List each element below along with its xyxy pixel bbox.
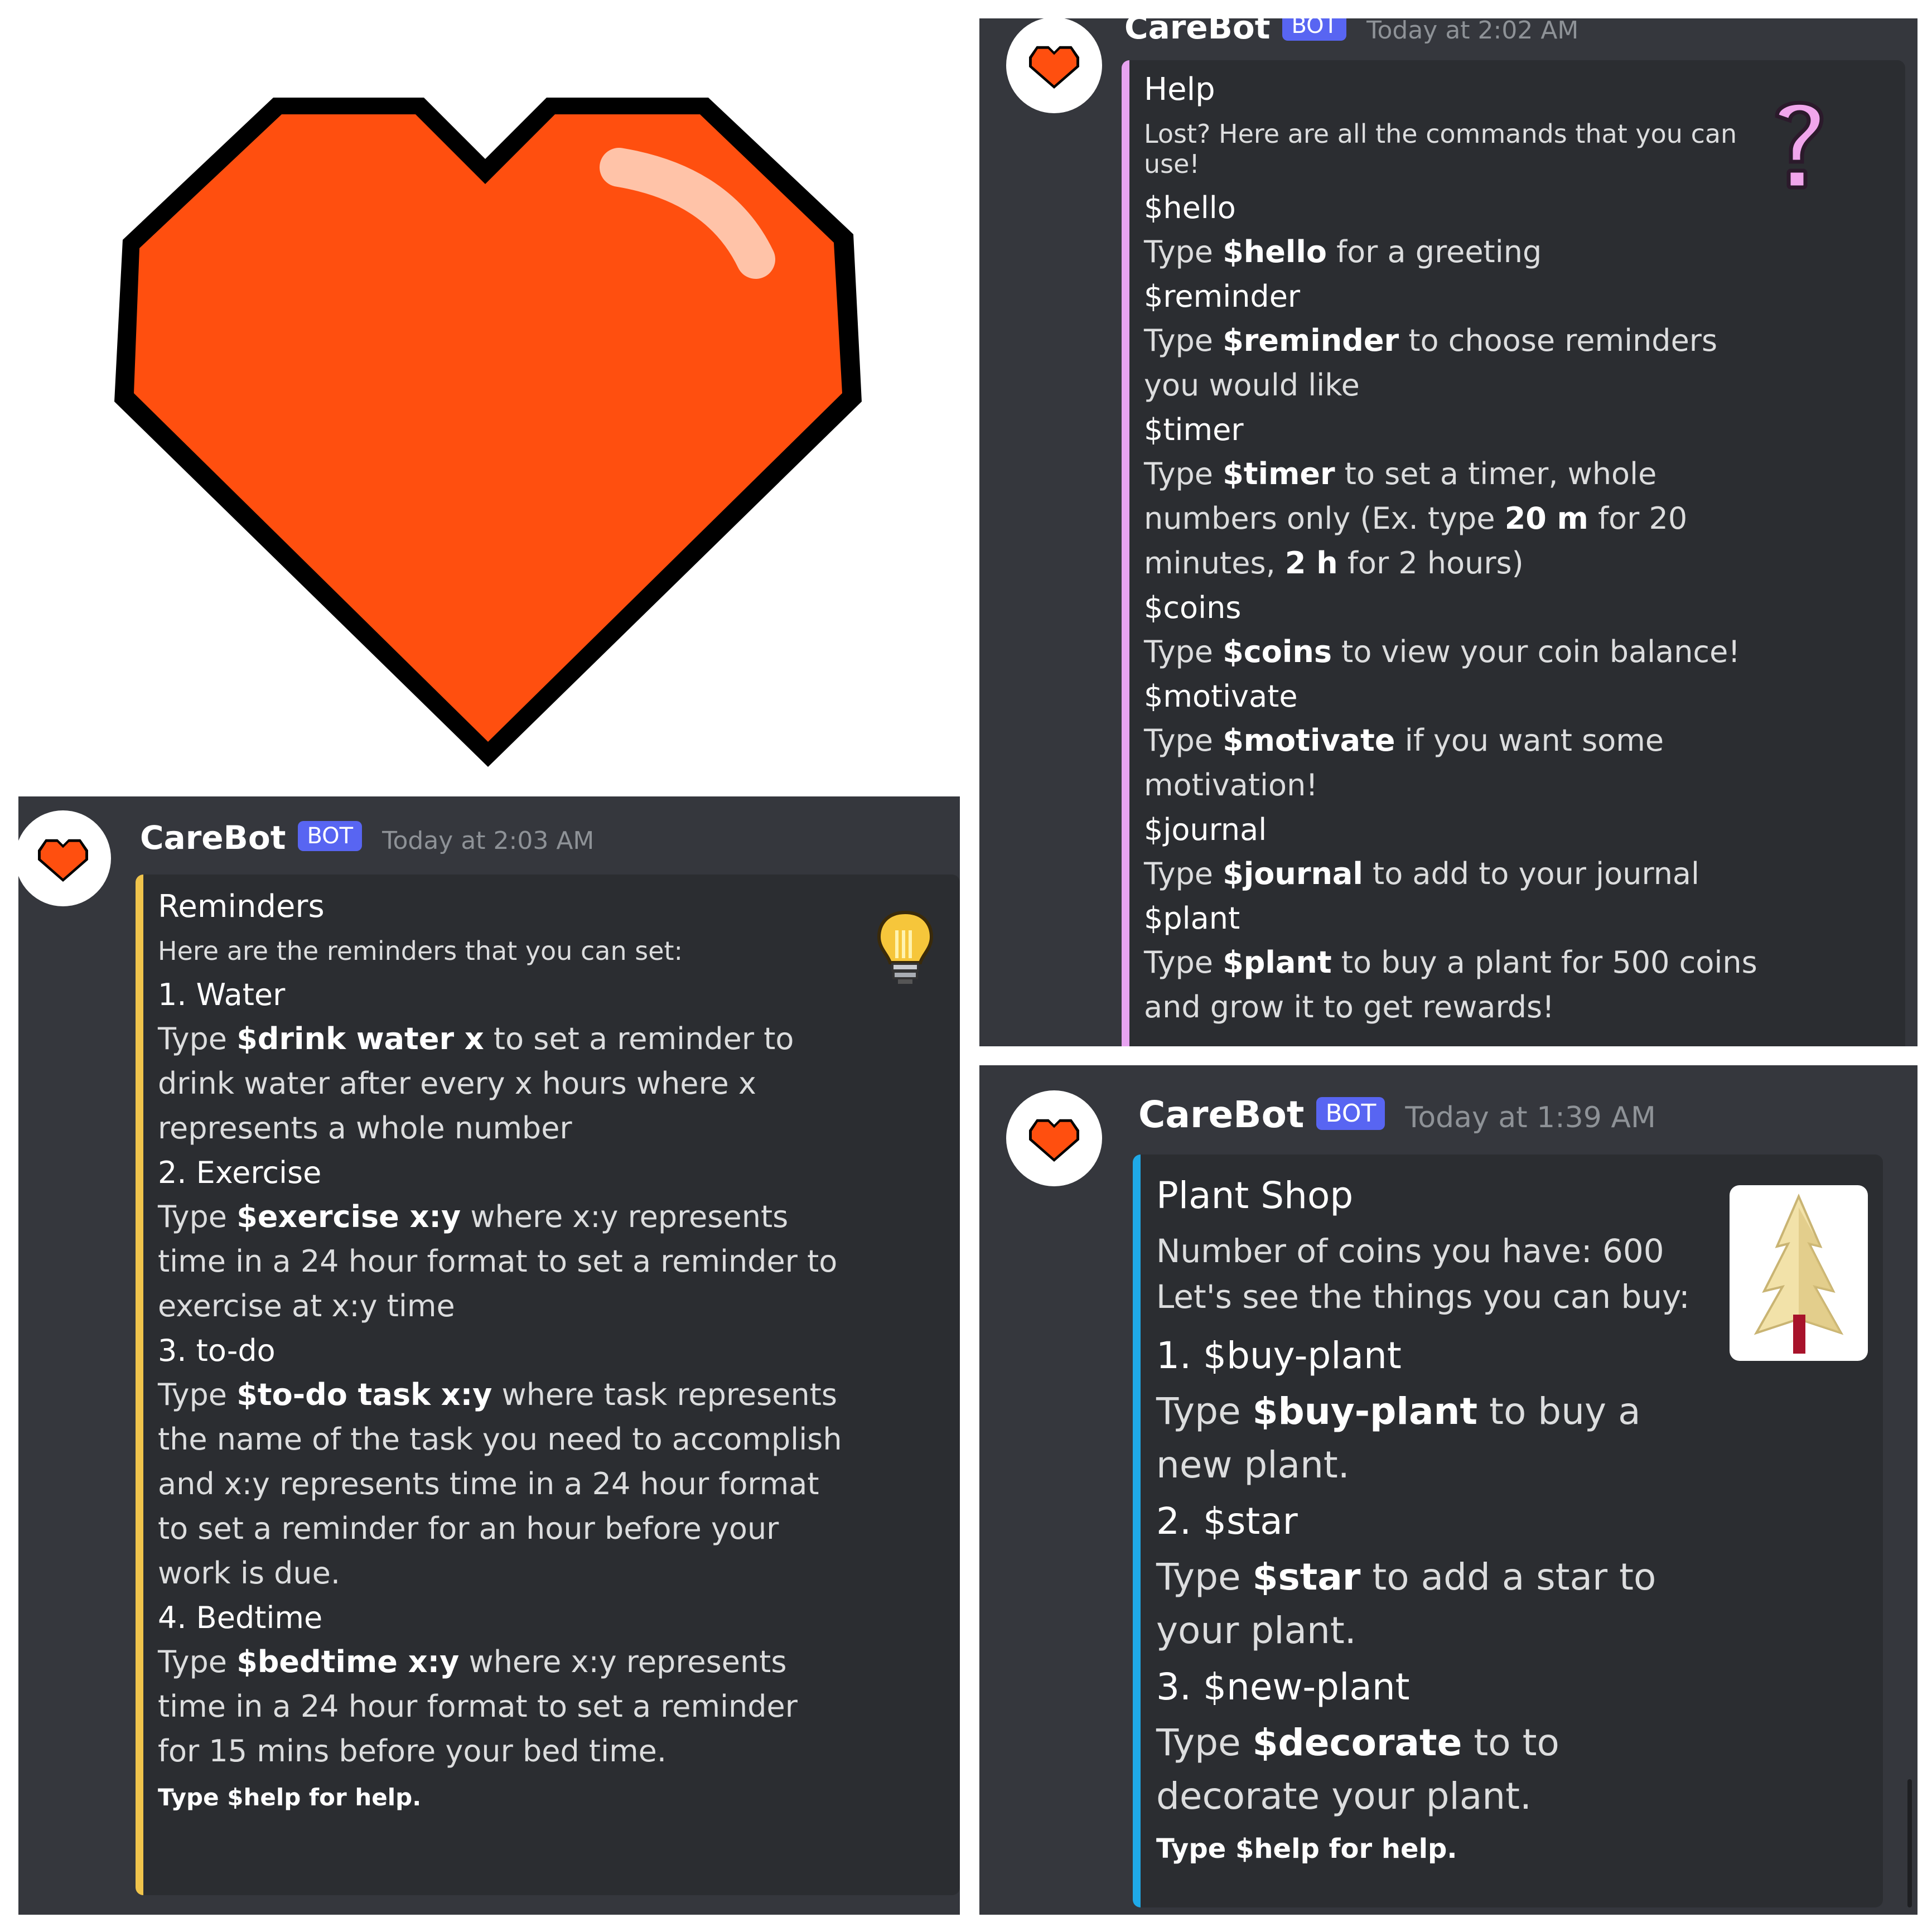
coin-count-line: Number of coins you have: 600 [1156, 1232, 1664, 1270]
lightbulb-icon [875, 908, 936, 988]
heart-avatar-icon [1029, 46, 1079, 89]
command-text: 2 h [1284, 545, 1338, 581]
field-value: Type $drink water x to set a reminder to… [158, 1021, 794, 1146]
command-text: 20 m [1504, 501, 1588, 536]
help-embed: Help Lost? Here are all the commands tha… [1122, 60, 1905, 1046]
command-text: $timer [1223, 456, 1335, 491]
field-name: 3. to-do [158, 1333, 276, 1368]
help-message: CareBot BOT Today at 2:02 AM Help Lost? … [979, 18, 1917, 1046]
embed-accent-bar [136, 875, 143, 1895]
field-value: Type $bedtime x:y where x:y represents t… [158, 1644, 798, 1769]
field-value: Type $journal to add to your journal [1144, 856, 1700, 891]
timestamp: Today at 1:39 AM [1405, 1101, 1656, 1134]
author-name[interactable]: CareBot [1124, 18, 1270, 46]
field-value: Type $buy-plant to buy a new plant. [1156, 1390, 1641, 1486]
field-value: Type $to-do task x:y where task represen… [158, 1377, 842, 1591]
heart-logo-panel [0, 0, 959, 792]
field-name: 1. $buy-plant [1156, 1334, 1402, 1377]
field-value: Type $reminder to choose reminders you w… [1144, 323, 1718, 403]
field-value: Type $star to add a star to your plant. [1156, 1556, 1656, 1652]
embed-footer: Type $help for help. [158, 1784, 422, 1811]
reminders-message: CareBot BOT Today at 2:03 AM Reminders H… [18, 796, 960, 1915]
field-name: $timer [1144, 412, 1244, 447]
message-header: CareBot BOT Today at 1:39 AM [1138, 1093, 1656, 1136]
bot-badge: BOT [1316, 1097, 1385, 1130]
carebot-avatar[interactable] [1006, 1090, 1102, 1186]
question-mark-icon [1769, 94, 1830, 202]
timestamp: Today at 2:02 AM [1366, 18, 1579, 45]
embed-footer: Type $help for help. [1156, 1833, 1457, 1865]
field-value: Type $plant to buy a plant for 500 coins… [1144, 945, 1757, 1025]
command-text: $buy-plant [1252, 1390, 1478, 1433]
command-text: $exercise x:y [236, 1199, 461, 1234]
command-text: $reminder [1223, 323, 1399, 358]
field-value: Type $timer to set a timer, whole number… [1144, 456, 1688, 581]
field-value: Type $motivate if you want some motivati… [1144, 723, 1664, 803]
command-text: $star [1252, 1556, 1361, 1598]
bot-badge: BOT [298, 821, 363, 851]
command-text: $coins [1223, 634, 1332, 669]
embed-accent-bar [1133, 1155, 1141, 1907]
plant-shop-embed: Plant Shop Number of coins you have: 600… [1133, 1155, 1883, 1907]
embed-title: Reminders [158, 888, 325, 925]
embed-accent-bar [1122, 60, 1129, 1046]
field-name: $hello [1144, 190, 1236, 225]
heart-avatar-icon [38, 839, 88, 882]
command-text: $drink water x [236, 1021, 484, 1056]
field-name: $motivate [1144, 679, 1298, 714]
embed-content: Plant Shop Number of coins you have: 600… [1156, 1174, 1725, 1865]
scrollbar[interactable] [1907, 1779, 1912, 1907]
field-value: Type $coins to view your coin balance! [1144, 634, 1740, 669]
embed-title: Help [1144, 71, 1215, 108]
embed-title: Plant Shop [1156, 1174, 1354, 1217]
command-text: $decorate [1252, 1721, 1462, 1764]
field-name: 1. Water [158, 977, 286, 1012]
embed-content: Help Lost? Here are all the commands tha… [1144, 71, 1763, 1034]
command-text: $motivate [1223, 723, 1395, 758]
field-value: Type $decorate to to decorate your plant… [1156, 1721, 1559, 1818]
command-text: $hello [1223, 234, 1327, 269]
message-header: CareBot BOT Today at 2:02 AM [1124, 18, 1578, 46]
field-name: $plant [1144, 901, 1240, 936]
timestamp: Today at 2:03 AM [382, 827, 595, 855]
embed-description: Lost? Here are all the commands that you… [1144, 119, 1737, 179]
field-name: 2. Exercise [158, 1155, 322, 1190]
field-name: $coins [1144, 590, 1242, 625]
field-value: Type $hello for a greeting [1144, 234, 1542, 269]
field-name: 4. Bedtime [158, 1600, 323, 1635]
plant-shop-message: CareBot BOT Today at 1:39 AM Plant Shop … [979, 1065, 1917, 1915]
message-header: CareBot BOT Today at 2:03 AM [140, 819, 594, 857]
command-text: $journal [1223, 856, 1363, 891]
carebot-avatar[interactable] [1006, 18, 1102, 113]
field-name: $journal [1144, 812, 1267, 847]
author-name[interactable]: CareBot [140, 819, 286, 857]
reminders-embed: Reminders Here are the reminders that yo… [136, 875, 960, 1895]
heart-icon [114, 98, 862, 767]
embed-description: Here are the reminders that you can set: [158, 936, 683, 966]
heart-avatar-icon [1029, 1119, 1079, 1162]
field-name: 2. $star [1156, 1500, 1298, 1543]
embed-content: Reminders Here are the reminders that yo… [158, 888, 844, 1811]
field-name: 3. $new-plant [1156, 1665, 1410, 1708]
pine-tree-icon [1730, 1185, 1868, 1361]
command-text: $plant [1223, 945, 1332, 980]
carebot-avatar[interactable] [18, 810, 111, 906]
bot-badge: BOT [1282, 18, 1347, 41]
embed-description: Number of coins you have: 600 Let's see … [1156, 1228, 1725, 1320]
command-text: $to-do task x:y [236, 1377, 492, 1412]
command-text: $bedtime x:y [236, 1644, 460, 1679]
field-value: Type $exercise x:y where x:y represents … [158, 1199, 838, 1324]
field-name: $reminder [1144, 279, 1301, 314]
author-name[interactable]: CareBot [1138, 1093, 1304, 1136]
shop-intro-line: Let's see the things you can buy: [1156, 1278, 1690, 1316]
